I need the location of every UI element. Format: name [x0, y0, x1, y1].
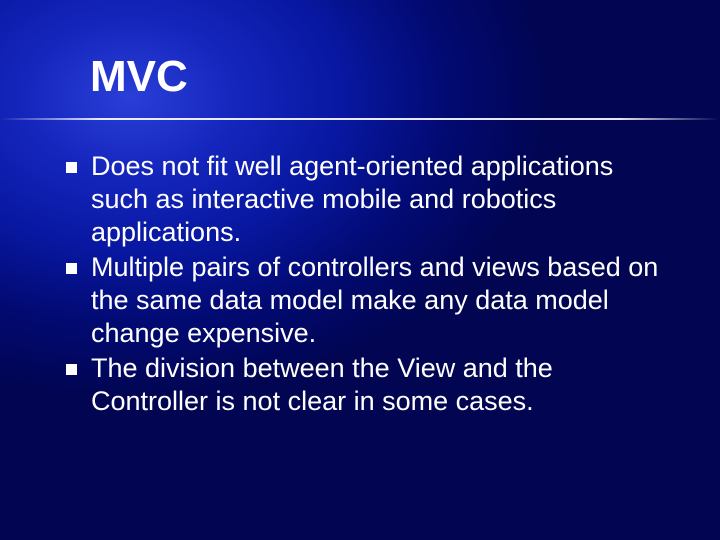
list-item: Multiple pairs of controllers and views …: [66, 251, 662, 350]
square-bullet-icon: [66, 263, 77, 274]
bullet-text: Multiple pairs of controllers and views …: [91, 251, 662, 350]
list-item: The division between the View and the Co…: [66, 352, 662, 418]
bullet-text: The division between the View and the Co…: [91, 352, 662, 418]
bullet-text: Does not fit well agent-oriented applica…: [91, 150, 662, 249]
list-item: Does not fit well agent-oriented applica…: [66, 150, 662, 249]
slide-container: MVC Does not fit well agent-oriented app…: [0, 0, 720, 540]
square-bullet-icon: [66, 364, 77, 375]
bullet-list: Does not fit well agent-oriented applica…: [66, 150, 662, 418]
slide-title: MVC: [90, 52, 672, 102]
title-underline: [0, 118, 720, 120]
square-bullet-icon: [66, 162, 77, 173]
